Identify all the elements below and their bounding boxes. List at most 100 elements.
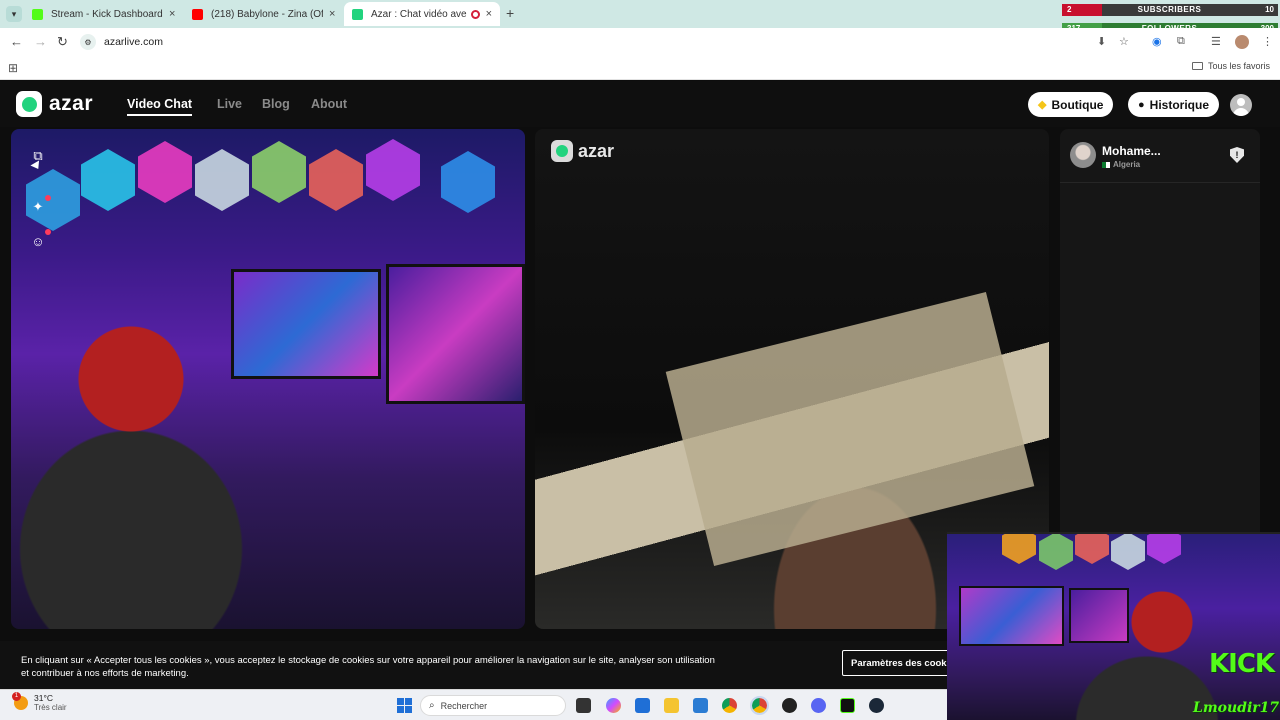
site-info-icon[interactable]: ⚙: [80, 34, 96, 50]
tab-title: Azar : Chat vidéo avec de n: [371, 8, 467, 20]
back-arrow-icon[interactable]: ←: [10, 34, 23, 49]
browser-toolbar: ← → ↻ ⚙ azarlive.com ⬇ ☆ ◉ ⧉ ☰ ⋮: [0, 28, 1280, 56]
close-tab-icon[interactable]: ×: [329, 8, 335, 20]
forward-arrow-icon[interactable]: →: [34, 34, 47, 49]
peer-info-header: Mohame... Algeria !: [1060, 129, 1260, 183]
profile-avatar[interactable]: [1235, 35, 1249, 49]
azar-header: azar Video Chat Live Blog About ◆ Boutiq…: [0, 81, 1280, 127]
extensions-icon[interactable]: ⧉: [1177, 35, 1185, 48]
light-panel: [1075, 534, 1109, 564]
folder-icon: [1191, 62, 1203, 70]
copilot-icon[interactable]: [606, 698, 621, 713]
tab-kick-dashboard[interactable]: Stream - Kick Dashboard ×: [24, 2, 184, 26]
peer-country-label: Algeria: [1113, 160, 1141, 169]
chrome-active-icon[interactable]: [750, 696, 769, 715]
user-account-icon[interactable]: [1230, 94, 1252, 116]
cookie-settings-button[interactable]: Paramètres des cooki: [842, 650, 959, 676]
light-panel: [138, 141, 192, 203]
nav-about[interactable]: About: [311, 97, 347, 111]
subscribers-goal: 10: [1265, 5, 1274, 14]
search-icon: ⌕: [429, 700, 435, 711]
recording-icon: [470, 9, 480, 19]
light-panel: [1002, 534, 1036, 564]
peer-video-object: [665, 292, 1035, 566]
history-label: Historique: [1149, 97, 1209, 112]
obs-icon[interactable]: [782, 698, 797, 713]
history-button[interactable]: ● Historique: [1128, 92, 1219, 117]
light-panel: [441, 151, 495, 213]
light-panel: [1111, 534, 1145, 570]
azar-watermark: azar: [551, 140, 614, 162]
peer-avatar[interactable]: [1070, 142, 1096, 168]
light-panel: [1147, 534, 1181, 564]
tab-title: Stream - Kick Dashboard: [51, 8, 163, 20]
light-panel: [309, 149, 363, 211]
azar-favicon-icon: [352, 8, 363, 20]
bookmarks-bar: ⊞ Tous les favoris: [0, 56, 1280, 80]
algeria-flag-icon: [1102, 161, 1110, 168]
background-monitor: [1069, 588, 1129, 643]
bookmark-star-icon[interactable]: ☆: [1119, 35, 1129, 48]
nav-video-chat[interactable]: Video Chat: [127, 97, 193, 116]
light-panel: [1039, 534, 1073, 570]
light-panel: [195, 149, 249, 211]
tab-youtube[interactable]: (218) Babylone - Zina (Official M ×: [184, 2, 344, 26]
subscribers-count: 2: [1062, 4, 1102, 16]
nav-live[interactable]: Live: [217, 97, 242, 111]
light-panel: [252, 141, 306, 203]
tab-search-chevron-icon[interactable]: ▾: [6, 6, 22, 22]
peer-name[interactable]: Mohame...: [1102, 144, 1161, 158]
azar-logo-icon: [16, 91, 42, 117]
weather-sun-icon: 1: [12, 691, 28, 710]
reading-list-icon[interactable]: ☰: [1211, 35, 1221, 48]
nav-blog[interactable]: Blog: [262, 97, 290, 111]
taskbar-search[interactable]: ⌕ Rechercher: [420, 695, 566, 716]
notepad-icon[interactable]: [693, 698, 708, 713]
background-monitor: [959, 586, 1064, 646]
shop-button[interactable]: ◆ Boutique: [1028, 92, 1114, 117]
streamer-webcam-overlay: KICK Lmoudir17: [947, 532, 1280, 720]
background-monitor: [386, 264, 525, 404]
azar-logo[interactable]: azar: [16, 91, 93, 117]
url-text[interactable]: azarlive.com: [104, 36, 163, 48]
windows-start-icon[interactable]: [397, 698, 412, 713]
report-shield-icon[interactable]: !: [1230, 147, 1244, 163]
install-app-icon[interactable]: ⬇: [1097, 35, 1106, 48]
clock-icon: ●: [1138, 98, 1145, 111]
light-panel: [81, 149, 135, 211]
menu-kebab-icon[interactable]: ⋮: [1262, 35, 1273, 48]
task-view-icon[interactable]: [576, 698, 591, 713]
effects-sparkle-icon[interactable]: ✦: [29, 195, 51, 216]
new-tab-button[interactable]: +: [506, 5, 514, 21]
light-panel: [366, 139, 420, 201]
discord-icon[interactable]: [811, 698, 826, 713]
store-icon[interactable]: [635, 698, 650, 713]
kick-favicon-icon: [32, 8, 43, 20]
kick-app-icon[interactable]: [840, 698, 855, 713]
media-cast-icon[interactable]: ◉: [1152, 35, 1162, 48]
subscribers-label: SUBSCRIBERS: [1137, 5, 1202, 14]
weather-description: Très clair: [34, 703, 67, 712]
azar-logo-text: azar: [49, 92, 94, 115]
search-placeholder: Rechercher: [440, 700, 488, 711]
all-bookmarks-folder[interactable]: Tous les favoris: [1191, 61, 1270, 71]
weather-temperature: 31°C: [34, 693, 53, 703]
streamer-name: Lmoudir17: [1193, 700, 1280, 716]
gem-icon: ◆: [1038, 99, 1047, 111]
azar-watermark-text: azar: [578, 140, 615, 161]
tab-title: (218) Babylone - Zina (Official M: [211, 8, 323, 20]
azar-watermark-icon: [551, 140, 573, 162]
cookie-consent-text: En cliquant sur « Accepter tous les cook…: [21, 655, 715, 679]
tab-azar[interactable]: Azar : Chat vidéo avec de n ×: [344, 2, 500, 26]
weather-widget[interactable]: 1 31°C Très clair: [12, 691, 67, 712]
close-tab-icon[interactable]: ×: [169, 8, 175, 20]
address-bar[interactable]: ⚙ azarlive.com: [80, 32, 1080, 52]
face-filter-icon[interactable]: ☺: [29, 229, 51, 250]
steam-icon[interactable]: [869, 698, 884, 713]
chrome-icon[interactable]: [722, 698, 737, 713]
file-explorer-icon[interactable]: [664, 698, 679, 713]
reload-icon[interactable]: ↻: [57, 34, 68, 50]
notification-badge: 1: [12, 691, 21, 701]
close-tab-icon[interactable]: ×: [486, 8, 492, 20]
apps-grid-icon[interactable]: ⊞: [8, 61, 18, 75]
